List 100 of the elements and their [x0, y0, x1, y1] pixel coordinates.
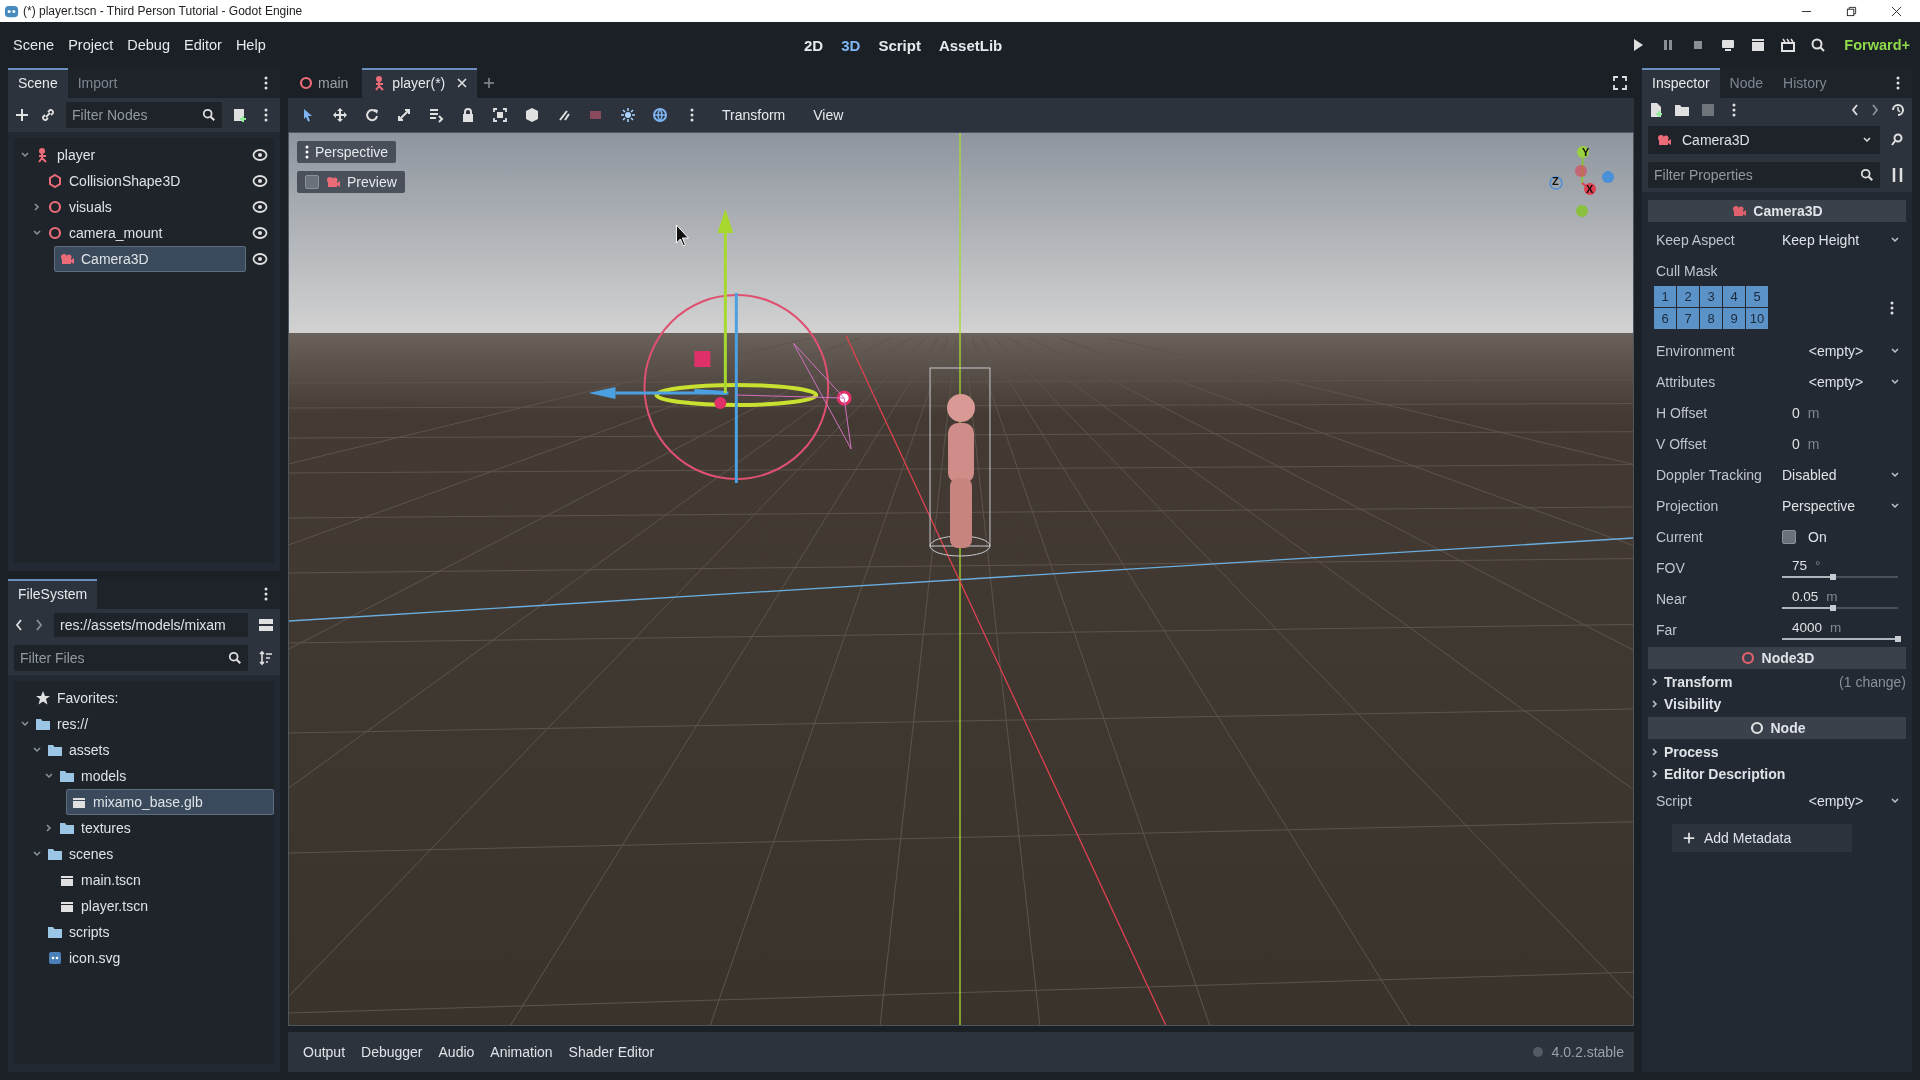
dock-tab[interactable]: Import: [67, 68, 128, 98]
group-icon[interactable]: [492, 107, 508, 123]
scene-tree-item[interactable]: camera_mount: [42, 220, 246, 246]
renderer-dropdown[interactable]: Forward+: [1840, 33, 1914, 57]
link-icon[interactable]: [40, 107, 56, 123]
fullscreen-icon[interactable]: [1612, 75, 1628, 91]
layer-toggle[interactable]: 4: [1723, 286, 1745, 307]
toolbar-menu[interactable]: Transform: [716, 103, 792, 127]
editor-tab[interactable]: player(*): [362, 68, 478, 98]
layer-toggle[interactable]: 7: [1677, 308, 1699, 329]
property-group[interactable]: Process: [1648, 741, 1906, 763]
property-group[interactable]: Visibility: [1648, 693, 1906, 715]
layer-toggle[interactable]: 6: [1654, 308, 1676, 329]
sun-icon[interactable]: [620, 107, 636, 123]
eye-icon[interactable]: [252, 225, 268, 241]
history-icon[interactable]: [1890, 102, 1906, 118]
slider-field[interactable]: 75 °: [1782, 557, 1906, 578]
slider-field[interactable]: 4000 m: [1782, 619, 1906, 640]
workspace-tab[interactable]: Script: [874, 32, 925, 58]
script-add-icon[interactable]: [232, 107, 248, 123]
eye-icon[interactable]: [252, 147, 268, 163]
dock-tab[interactable]: Scene: [8, 68, 68, 98]
workspace-tab[interactable]: AssetLib: [934, 32, 1007, 58]
sort-icon[interactable]: [258, 650, 274, 666]
workspace-tab[interactable]: 2D: [800, 32, 828, 58]
favorites-item[interactable]: Favorites:: [30, 685, 274, 711]
restore-icon[interactable]: [1846, 5, 1857, 17]
dock-tab[interactable]: Inspector: [1642, 68, 1720, 98]
close-icon[interactable]: [1891, 5, 1902, 17]
folder-icon[interactable]: [1674, 102, 1690, 118]
property-dropdown[interactable]: Perspective: [1782, 492, 1906, 519]
layer-toggle[interactable]: 2: [1677, 286, 1699, 307]
property-group[interactable]: Transform (1 change): [1648, 671, 1906, 693]
scale-icon[interactable]: [396, 107, 412, 123]
filter-field[interactable]: Filter Nodes: [66, 102, 222, 128]
globe-icon[interactable]: [652, 107, 668, 123]
add-icon[interactable]: [14, 107, 30, 123]
dock-tab[interactable]: History: [1773, 68, 1837, 98]
file-tree-item[interactable]: scripts: [42, 919, 274, 945]
file-tree-item[interactable]: icon.svg: [42, 945, 274, 971]
move-icon[interactable]: [332, 107, 348, 123]
rotate-icon[interactable]: [364, 107, 380, 123]
node-selector-dropdown[interactable]: Camera3D: [1648, 126, 1880, 154]
menu-item[interactable]: Debug: [120, 33, 177, 57]
eye-icon[interactable]: [252, 199, 268, 215]
eye-icon[interactable]: [252, 173, 268, 189]
dock-tab[interactable]: Node: [1719, 68, 1774, 98]
file-tree-item[interactable]: player.tscn: [54, 893, 274, 919]
toolbar-menu[interactable]: View: [807, 103, 850, 127]
path-field[interactable]: res://assets/models/mixam: [54, 613, 248, 637]
layer-toggle[interactable]: 8: [1700, 308, 1722, 329]
bottom-panel-tab[interactable]: Output: [298, 1040, 351, 1064]
layer-toggle[interactable]: 10: [1746, 308, 1768, 329]
add-metadata-button[interactable]: Add Metadata: [1672, 824, 1852, 852]
filter-field[interactable]: Filter Properties: [1648, 162, 1880, 188]
bottom-panel-tab[interactable]: Animation: [485, 1040, 558, 1064]
preview-checkbox[interactable]: [305, 175, 319, 189]
file-tree-item[interactable]: assets: [42, 737, 274, 763]
clapper-icon[interactable]: [1780, 37, 1797, 53]
resource-picker[interactable]: <empty>: [1782, 787, 1906, 814]
view-menu-button[interactable]: Perspective: [297, 141, 397, 163]
resource-picker[interactable]: <empty>: [1782, 337, 1906, 364]
number-field[interactable]: 0 m: [1782, 404, 1906, 421]
menu-item[interactable]: Project: [61, 33, 121, 57]
slider-field[interactable]: 0.05 m: [1782, 588, 1906, 609]
menu-item[interactable]: Scene: [6, 33, 62, 57]
layer-toggle[interactable]: 5: [1746, 286, 1768, 307]
editor-tab[interactable]: main: [288, 68, 359, 98]
layer-toggle[interactable]: 9: [1723, 308, 1745, 329]
menu-item[interactable]: Help: [228, 33, 273, 57]
filter-field[interactable]: Filter Files: [14, 645, 248, 671]
layer-toggle[interactable]: 3: [1700, 286, 1722, 307]
file-tree-item[interactable]: textures: [54, 815, 274, 841]
scene-tree-item[interactable]: player: [30, 142, 246, 168]
menu-item[interactable]: Editor: [177, 33, 229, 57]
bottom-panel-tab[interactable]: Debugger: [356, 1040, 428, 1064]
scene-tree-item[interactable]: CollisionShape3D: [42, 168, 246, 194]
checkbox[interactable]: [1782, 529, 1796, 544]
property-dropdown[interactable]: Disabled: [1782, 461, 1906, 488]
resource-picker[interactable]: <empty>: [1782, 368, 1906, 395]
3d-viewport-drawing[interactable]: [289, 133, 1633, 1025]
layer-toggle[interactable]: 1: [1654, 286, 1676, 307]
scene-tree-item[interactable]: visuals: [42, 194, 246, 220]
number-field[interactable]: 0 m: [1782, 435, 1906, 452]
new-resource-icon[interactable]: [1648, 102, 1664, 118]
dock-tab[interactable]: FileSystem: [8, 579, 98, 609]
list-icon[interactable]: [428, 107, 444, 123]
bottom-panel-tab[interactable]: Audio: [433, 1040, 480, 1064]
file-tree-item[interactable]: main.tscn: [54, 867, 274, 893]
split-view-icon[interactable]: [258, 617, 274, 633]
property-group[interactable]: Editor Description: [1648, 763, 1906, 785]
bottom-panel-tab[interactable]: Shader Editor: [563, 1040, 660, 1064]
file-tree-item[interactable]: mixamo_base.glb: [66, 789, 274, 815]
file-tree-item[interactable]: scenes: [42, 841, 274, 867]
lock-icon[interactable]: [460, 107, 476, 123]
file-tree-item[interactable]: res://: [30, 711, 274, 737]
workspace-tab[interactable]: 3D: [837, 32, 865, 58]
scene-tree-item[interactable]: Camera3D: [54, 246, 246, 272]
eye-icon[interactable]: [252, 251, 268, 267]
property-dropdown[interactable]: Keep Height: [1782, 226, 1906, 253]
